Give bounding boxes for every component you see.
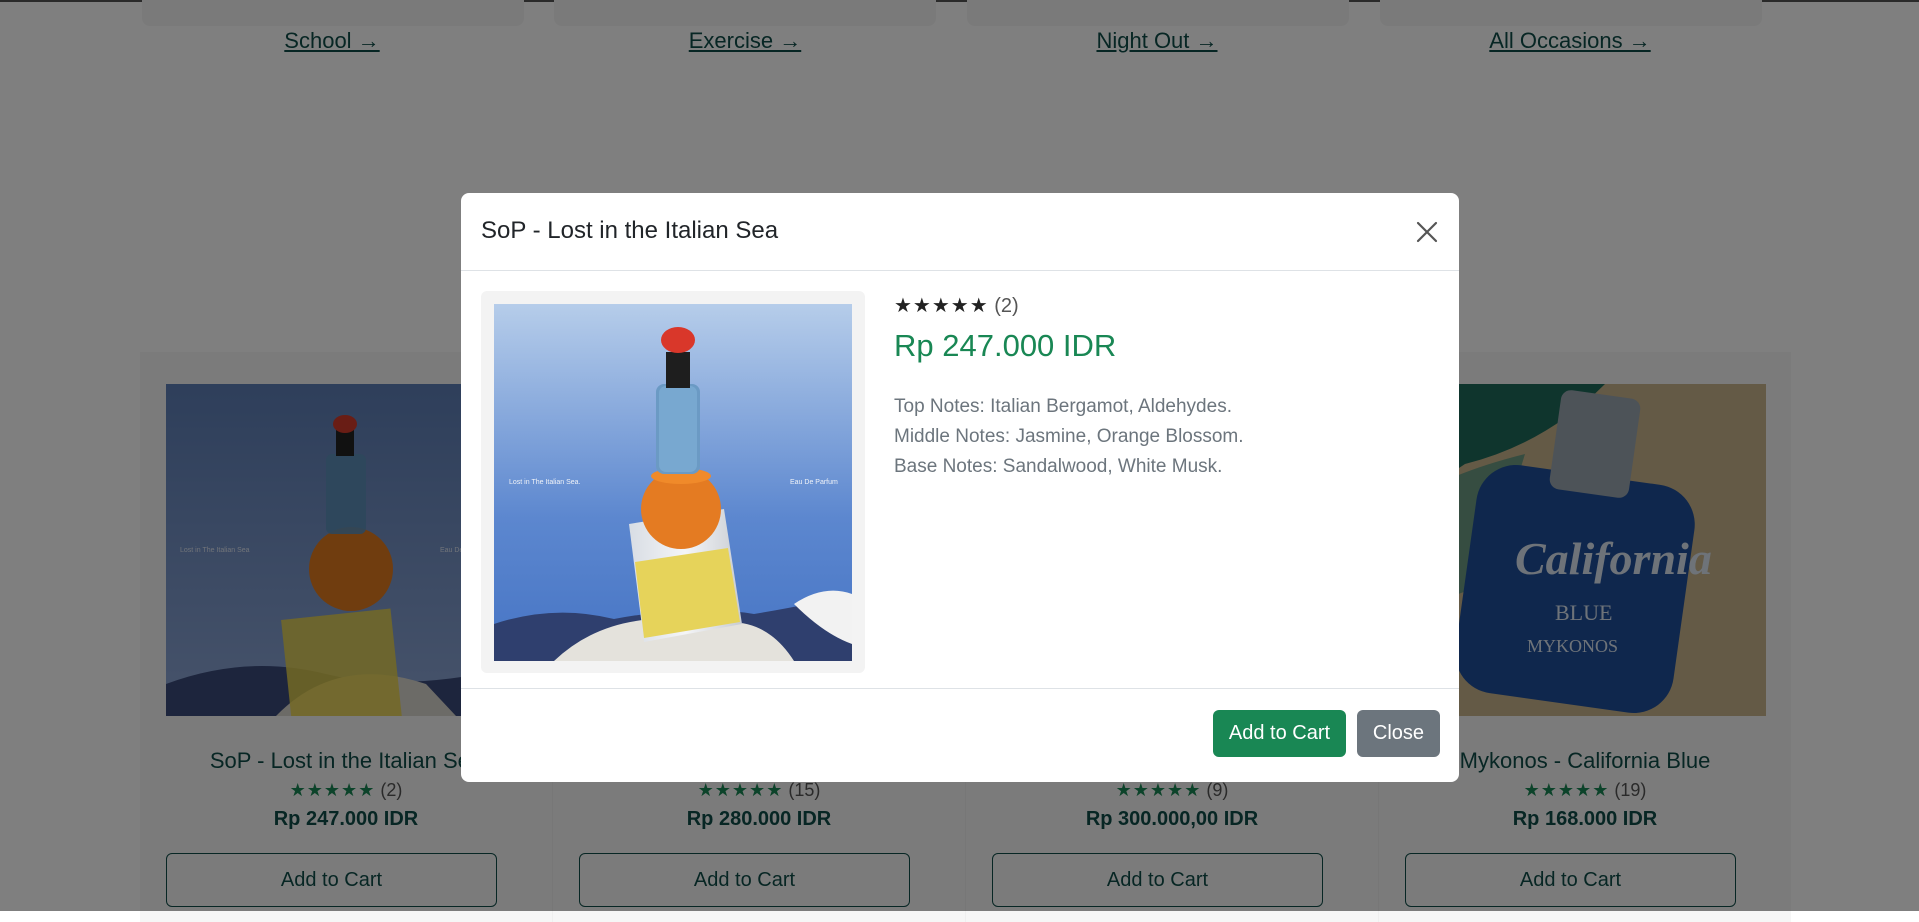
modal-image-frame: Lost in The Italian Sea. Eau De Parfum: [481, 291, 865, 673]
top-notes: Top Notes: Italian Bergamot, Aldehydes.: [894, 396, 1232, 417]
modal-close-button[interactable]: Close: [1357, 710, 1440, 757]
modal-body: Lost in The Italian Sea. Eau De Parfum ★…: [461, 271, 1459, 688]
modal-title: SoP - Lost in the Italian Sea: [481, 217, 779, 244]
modal-header: SoP - Lost in the Italian Sea: [461, 193, 1459, 271]
close-x-icon[interactable]: [1415, 220, 1439, 244]
perfume-bottle-photo: Lost in The Italian Sea. Eau De Parfum: [494, 304, 852, 661]
review-count: (2): [994, 295, 1019, 317]
modal-product-image: Lost in The Italian Sea. Eau De Parfum: [494, 304, 852, 661]
modal-add-to-cart-button[interactable]: Add to Cart: [1213, 710, 1346, 757]
modal-rating: ★★★★★ (2): [894, 293, 1019, 318]
middle-notes: Middle Notes: Jasmine, Orange Blossom.: [894, 426, 1244, 447]
modal-footer: Add to Cart Close: [461, 688, 1459, 782]
modal-price: Rp 247.000 IDR: [894, 328, 1117, 363]
base-notes: Base Notes: Sandalwood, White Musk.: [894, 456, 1223, 477]
fragrance-notes: Top Notes: Italian Bergamot, Aldehydes. …: [894, 392, 1244, 482]
star-rating-icon: ★★★★★: [894, 295, 989, 317]
image-label-right: Eau De Parfum: [790, 479, 838, 486]
product-quick-view-modal: SoP - Lost in the Italian Sea Lost in Th…: [461, 193, 1459, 782]
image-label-left: Lost in The Italian Sea.: [509, 479, 581, 486]
